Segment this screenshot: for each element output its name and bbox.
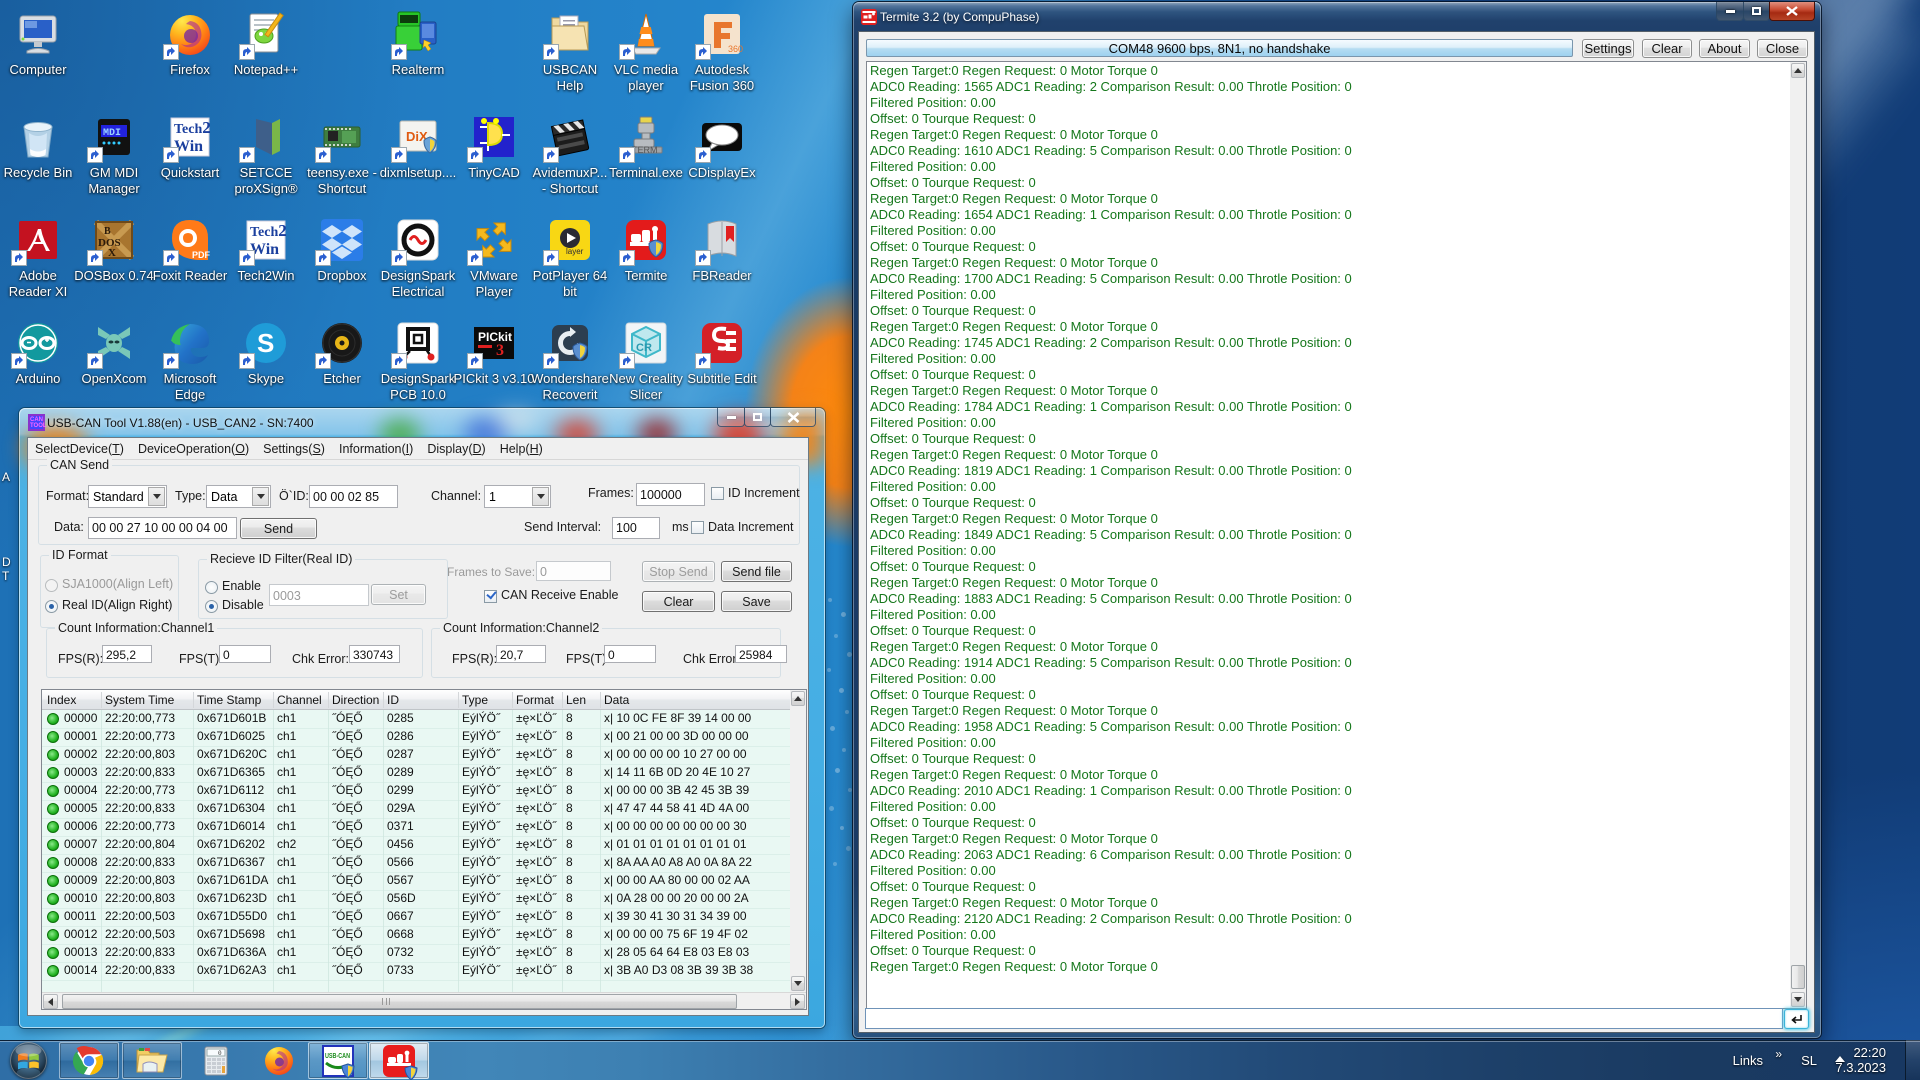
svg-text:USB-CAN: USB-CAN xyxy=(325,1053,350,1060)
svg-text:S: S xyxy=(257,328,274,358)
svg-text:PICkit: PICkit xyxy=(478,330,512,344)
svg-text:PDF: PDF xyxy=(192,250,211,260)
svg-text:B: B xyxy=(104,226,111,237)
svg-text:360: 360 xyxy=(728,44,743,54)
svg-text:X: X xyxy=(108,247,116,259)
svg-text:MDI: MDI xyxy=(103,128,121,139)
svg-text:TERM: TERM xyxy=(632,145,658,155)
svg-text:CR: CR xyxy=(636,342,652,354)
svg-text:layer: layer xyxy=(566,247,584,256)
svg-text:0: 0 xyxy=(218,1050,222,1057)
svg-text:3: 3 xyxy=(496,342,504,359)
